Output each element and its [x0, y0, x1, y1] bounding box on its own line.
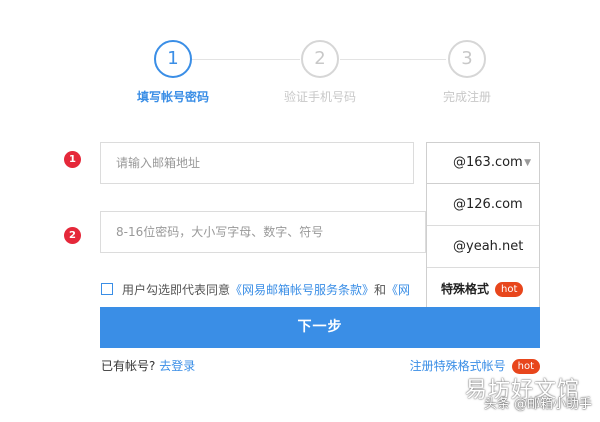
step-2: 2 验证手机号码: [260, 40, 380, 105]
agreement-checkbox[interactable]: [101, 283, 113, 295]
next-step-button[interactable]: 下一步: [100, 307, 540, 348]
step-label: 完成注册: [442, 90, 491, 104]
domain-dropdown: @126.com @yeah.net 特殊格式 hot: [426, 184, 540, 310]
step-number: 2: [301, 40, 339, 78]
email-input[interactable]: 请输入邮箱地址: [100, 142, 414, 184]
domain-selected-value: @163.com: [453, 155, 523, 170]
watermark-source: 头条 @邮箱小助手: [483, 397, 592, 412]
agreement-text: 用户勾选即代表同意《网易邮箱帐号服务条款》和《网: [122, 281, 410, 298]
hot-badge: hot: [495, 282, 524, 297]
annotation-marker-2: 2: [64, 227, 81, 244]
domain-option-special[interactable]: 特殊格式 hot: [427, 268, 539, 310]
login-prompt: 已有帐号? 去登录: [101, 357, 195, 374]
terms-link[interactable]: 《网易邮箱帐号服务条款》: [230, 283, 374, 297]
agreement-prefix: 用户勾选即代表同意: [122, 283, 231, 297]
step-3: 3 完成注册: [407, 40, 527, 105]
domain-option-label: 特殊格式: [441, 282, 490, 296]
privacy-link[interactable]: 《网: [386, 283, 410, 297]
step-number: 1: [154, 40, 192, 78]
domain-option-yeah[interactable]: @yeah.net: [427, 226, 539, 268]
step-label: 填写帐号密码: [136, 90, 209, 104]
domain-option-126[interactable]: @126.com: [427, 184, 539, 226]
annotation-marker-1: 1: [64, 151, 81, 168]
domain-select[interactable]: @163.com ▼: [426, 142, 540, 184]
step-1: 1 填写帐号密码: [113, 40, 233, 105]
step-number: 3: [448, 40, 486, 78]
password-input[interactable]: 8-16位密码，大小写字母、数字、符号: [100, 211, 426, 253]
chevron-down-icon: ▼: [524, 158, 531, 168]
step-label: 验证手机号码: [283, 90, 356, 104]
agreement-and: 和: [374, 283, 387, 297]
login-link[interactable]: 去登录: [159, 359, 195, 373]
special-register-label: 注册特殊格式帐号: [409, 359, 506, 373]
have-account-text: 已有帐号?: [101, 359, 156, 373]
